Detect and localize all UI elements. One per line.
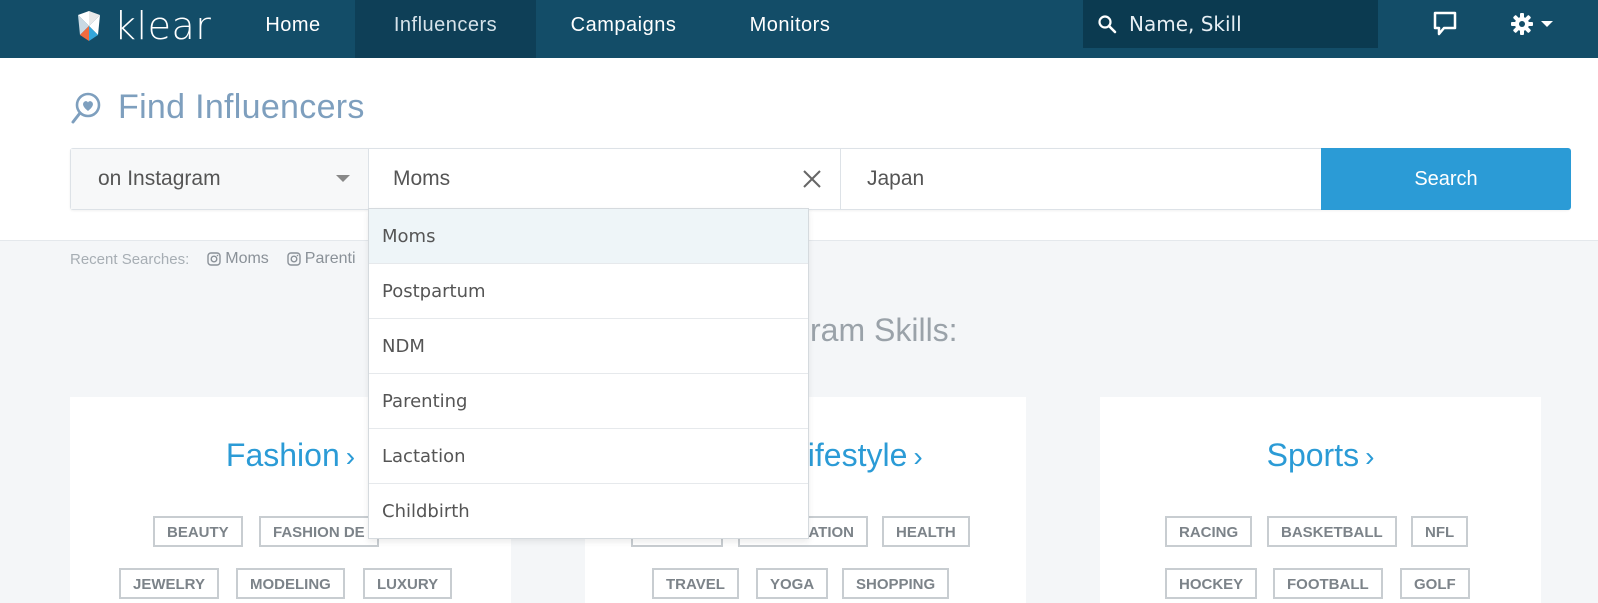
- skill-tag[interactable]: HOCKEY: [1165, 568, 1258, 599]
- nav-home[interactable]: Home: [244, 0, 342, 58]
- chat-icon[interactable]: [1432, 10, 1458, 38]
- suggestion-item[interactable]: Moms: [369, 209, 808, 264]
- skill-tag[interactable]: FASHION DE: [259, 516, 379, 547]
- skill-tag[interactable]: FOOTBALL: [1273, 568, 1383, 599]
- recent-search-label: Parenti: [304, 250, 356, 267]
- skill-tag[interactable]: BEAUTY: [153, 516, 243, 547]
- skill-suggestions-dropdown: Moms Postpartum NDM Parenting Lactation …: [368, 208, 809, 539]
- nav-search: [1083, 0, 1378, 48]
- category-title-label: Sports: [1266, 437, 1360, 473]
- skill-tag[interactable]: NFL: [1411, 516, 1469, 547]
- chevron-right-icon: ›: [1365, 441, 1375, 472]
- category-title-sports[interactable]: Sports ›: [1100, 437, 1541, 474]
- suggestion-item[interactable]: Childbirth: [369, 484, 808, 539]
- category-card-sports: Sports › RACING BASKETBALL NFL HOCKEY FOO…: [1100, 397, 1541, 603]
- logo[interactable]: klear: [70, 6, 211, 46]
- nav-search-input[interactable]: [1129, 12, 1359, 36]
- location-field: [841, 149, 1321, 209]
- chevron-right-icon: ›: [345, 441, 356, 472]
- caret-down-icon: [1541, 21, 1553, 27]
- recent-search-item[interactable]: Moms: [207, 250, 269, 268]
- skill-tag[interactable]: JEWELRY: [119, 568, 219, 599]
- location-input[interactable]: [867, 167, 1287, 191]
- page-title: Find Influencers: [118, 88, 365, 126]
- chevron-down-icon: [336, 175, 350, 182]
- nav-influencers[interactable]: Influencers: [355, 0, 536, 58]
- recent-searches-label: Recent Searches:: [70, 250, 190, 268]
- instagram-icon: [207, 252, 221, 266]
- suggestion-item[interactable]: Lactation: [369, 429, 808, 484]
- skill-tag[interactable]: RACING: [1165, 516, 1253, 547]
- popular-skills-heading-text: ram Skills:: [810, 312, 958, 348]
- suggestion-item[interactable]: Postpartum: [369, 264, 808, 319]
- title-row: Find Influencers: [70, 88, 365, 127]
- klear-logo-icon: [78, 11, 100, 41]
- skill-input[interactable]: [393, 167, 773, 191]
- skill-tag[interactable]: LUXURY: [363, 568, 453, 599]
- search-icon: [1098, 15, 1117, 34]
- skill-tag[interactable]: MODELING: [236, 568, 345, 599]
- skill-tag[interactable]: BASKETBALL: [1267, 516, 1397, 547]
- find-influencers-icon: [71, 92, 101, 123]
- top-nav: klear Home Influencers Campaigns Monitor…: [0, 0, 1598, 58]
- suggestion-item[interactable]: Parenting: [369, 374, 808, 429]
- logo-text: klear: [114, 4, 212, 48]
- gear-icon: [1511, 13, 1533, 35]
- recent-search-label: Moms: [225, 250, 269, 267]
- platform-select-value: on Instagram: [98, 167, 221, 190]
- settings-menu[interactable]: [1510, 12, 1554, 36]
- search-bar: on Instagram Search: [70, 148, 1571, 210]
- recent-search-item[interactable]: Parenti: [287, 250, 356, 268]
- close-icon[interactable]: [802, 169, 822, 189]
- nav-monitors[interactable]: Monitors: [730, 0, 850, 58]
- category-title-label: Fashion: [225, 437, 340, 473]
- platform-select[interactable]: on Instagram: [71, 149, 369, 209]
- skill-field: [369, 149, 841, 209]
- chevron-right-icon: ›: [913, 441, 923, 472]
- instagram-icon: [287, 252, 301, 266]
- nav-campaigns[interactable]: Campaigns: [551, 0, 696, 58]
- skill-tag[interactable]: GOLF: [1400, 568, 1470, 599]
- recent-searches: Recent Searches: Moms Parenti: [70, 250, 374, 268]
- skill-tag[interactable]: SHOPPING: [842, 568, 950, 599]
- skill-tag[interactable]: HEALTH: [882, 516, 970, 547]
- search-button[interactable]: Search: [1321, 148, 1571, 210]
- skill-tag[interactable]: YOGA: [756, 568, 829, 599]
- skill-tag[interactable]: TRAVEL: [652, 568, 739, 599]
- suggestion-item[interactable]: NDM: [369, 319, 808, 374]
